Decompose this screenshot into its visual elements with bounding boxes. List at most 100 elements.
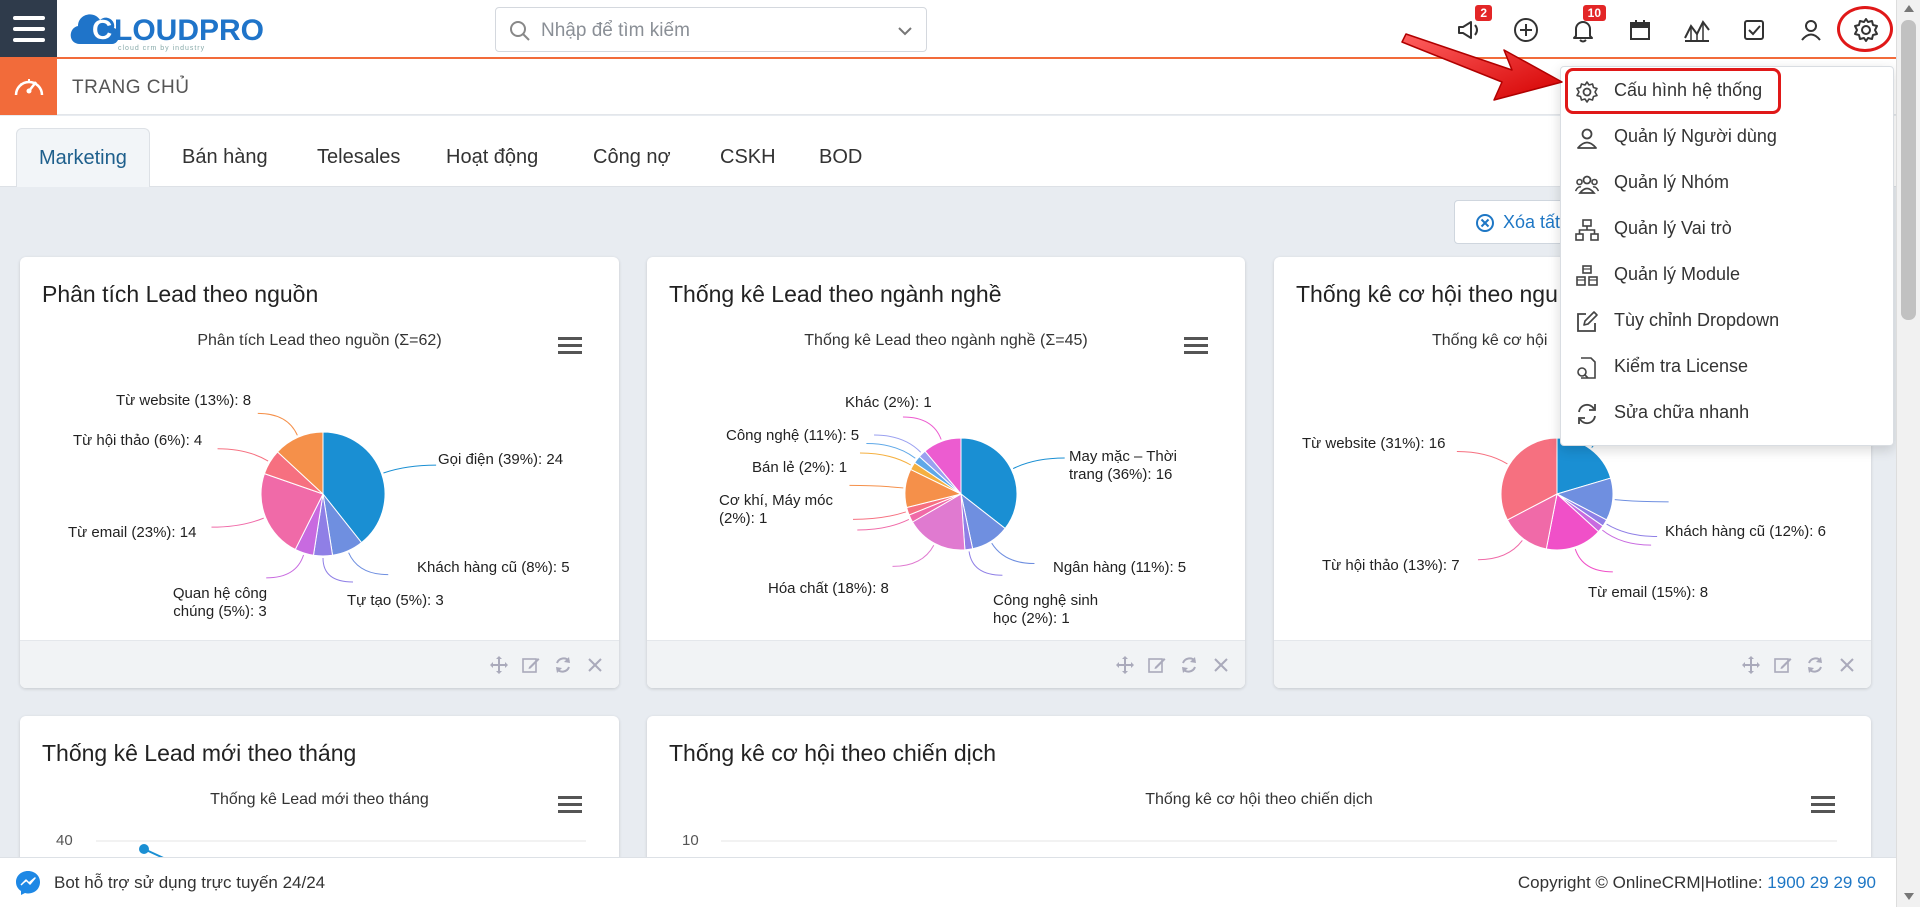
card-lead-industry: Thống kê Lead theo ngành nghề Thống kê L… — [647, 257, 1245, 688]
scroll-up-arrow-icon[interactable] — [1904, 5, 1914, 12]
data-label: Cơ khí, Máy móc (2%): 1 — [719, 492, 834, 527]
tab-telesales[interactable]: Telesales — [295, 128, 422, 188]
page-scrollbar[interactable] — [1896, 0, 1920, 907]
leader-line — [866, 443, 916, 459]
menu-item-label: Quản lý Nhóm — [1614, 172, 1730, 192]
tab-marketing[interactable]: Marketing — [16, 128, 150, 188]
top-header: C LOUDPRO cloud crm by industry Nhập để … — [0, 0, 1896, 59]
card-footer — [647, 640, 1245, 688]
leader-line — [857, 518, 910, 531]
page-footer: Bot hỗ trợ sử dụng trực tuyến 24/24 Copy… — [0, 857, 1896, 907]
edit-icon[interactable] — [1773, 655, 1793, 675]
svg-text:C: C — [92, 14, 112, 45]
notification-badge: 10 — [1582, 5, 1606, 21]
scroll-thumb[interactable] — [1901, 20, 1916, 320]
copyright-label: Copyright © OnlineCRM|Hotline: — [1517, 873, 1768, 892]
logo-text: LOUDPRO — [114, 14, 264, 47]
red-arrow-annotation — [1401, 33, 1563, 101]
close-circle-icon — [1476, 214, 1494, 232]
clear-all-button[interactable]: Xóa tất — [1454, 200, 1574, 244]
data-label: May mặc – Thời trang (36%): 16 — [1069, 448, 1177, 483]
tab-cskh[interactable]: CSKH — [698, 128, 798, 188]
close-icon[interactable] — [1211, 655, 1231, 675]
leader-line — [322, 557, 354, 583]
user-profile-icon[interactable] — [1794, 13, 1828, 47]
menu-item-role-management[interactable]: Quản lý Vai trò — [1561, 208, 1893, 250]
leader-line — [1477, 540, 1523, 561]
settings-highlight-ring — [1837, 6, 1893, 52]
data-label: Từ hội thảo (6%): 4 — [73, 432, 203, 449]
tab-bod[interactable]: BOD — [797, 128, 884, 188]
edit-icon[interactable] — [521, 655, 541, 675]
leader-line — [892, 544, 935, 567]
refresh-icon[interactable] — [1805, 655, 1825, 675]
data-label: Công nghệ sinh học (2%): 1 — [993, 592, 1099, 627]
leader-line — [1614, 499, 1669, 503]
bot-support-text: Bot hỗ trợ sử dụng trực tuyến 24/24 — [54, 873, 326, 892]
move-icon[interactable] — [1741, 655, 1761, 675]
search-input[interactable]: Nhập để tìm kiếm — [495, 7, 927, 52]
leader-line — [217, 448, 269, 462]
analytics-chart-icon[interactable] — [1680, 13, 1714, 47]
refresh-icon[interactable] — [553, 655, 573, 675]
license-icon — [1577, 357, 1596, 379]
hamburger-menu-icon[interactable] — [0, 0, 57, 57]
leader-line — [1456, 450, 1508, 465]
data-label: Hóa chất (18%): 8 — [768, 580, 889, 597]
menu-item-label: Tùy chỉnh Dropdown — [1614, 310, 1780, 330]
leader-line — [874, 434, 922, 453]
checklist-icon[interactable] — [1737, 13, 1771, 47]
menu-item-custom-dropdown[interactable]: Tùy chỉnh Dropdown — [1561, 300, 1893, 342]
settings-dropdown-menu: Cấu hình hệ thống Quản lý Người dùng Quả… — [1560, 66, 1894, 446]
leader-line — [1574, 548, 1613, 573]
data-label: Khác (2%): 1 — [845, 394, 932, 411]
hotline-link[interactable]: 1900 29 29 90 — [1767, 873, 1876, 892]
tab-cong-no[interactable]: Công nợ — [571, 128, 693, 188]
close-icon[interactable] — [585, 655, 605, 675]
user-icon — [1577, 128, 1597, 149]
svg-text:cloud crm by industry: cloud crm by industry — [118, 45, 205, 52]
messenger-icon[interactable] — [14, 869, 42, 897]
data-label: Từ email (15%): 8 — [1588, 584, 1709, 601]
data-label: Khách hàng cũ (12%): 6 — [1665, 523, 1826, 540]
data-label: Từ website (31%): 16 — [1302, 435, 1446, 452]
chevron-down-icon[interactable] — [896, 22, 914, 40]
move-icon[interactable] — [489, 655, 509, 675]
data-label: Khách hàng cũ (8%): 5 — [417, 559, 570, 576]
menu-item-check-license[interactable]: Kiểm tra License — [1561, 346, 1893, 388]
leader-line — [859, 452, 912, 466]
page-title: TRANG CHỦ — [72, 77, 190, 98]
leader-line — [853, 511, 906, 520]
leader-line — [968, 551, 1003, 576]
close-icon[interactable] — [1837, 655, 1857, 675]
card-lead-source: Phân tích Lead theo nguồn Phân tích Lead… — [20, 257, 619, 688]
data-label: Tự tạo (5%): 3 — [347, 592, 444, 609]
search-icon — [510, 21, 530, 41]
scroll-down-arrow-icon[interactable] — [1904, 893, 1914, 900]
data-label: Quan hệ công chúng (5%): 3 — [172, 585, 268, 620]
cloudpro-logo[interactable]: C LOUDPRO cloud crm by industry — [66, 4, 276, 54]
menu-item-quick-repair[interactable]: Sửa chữa nhanh — [1561, 392, 1893, 434]
dashboard-gauge-icon[interactable] — [0, 59, 57, 115]
menu-item-user-management[interactable]: Quản lý Người dùng — [1561, 116, 1893, 158]
menu-item-label: Quản lý Người dùng — [1614, 126, 1777, 146]
data-label: Gọi điện (39%): 24 — [438, 451, 564, 468]
menu-item-label: Quản lý Module — [1614, 264, 1741, 284]
leader-line — [991, 542, 1035, 565]
data-point — [139, 844, 149, 854]
data-label: Ngân hàng (11%): 5 — [1053, 559, 1187, 576]
calendar-icon[interactable] — [1623, 13, 1657, 47]
menu-item-label: Quản lý Vai trò — [1614, 218, 1732, 238]
leader-line — [348, 552, 389, 576]
hierarchy-icon — [1575, 219, 1599, 241]
sync-icon — [1578, 403, 1596, 425]
menu-item-module-management[interactable]: Quản lý Module — [1561, 254, 1893, 296]
move-icon[interactable] — [1115, 655, 1135, 675]
edit-icon[interactable] — [1147, 655, 1167, 675]
tab-ban-hang[interactable]: Bán hàng — [160, 128, 290, 188]
menu-item-label: Kiểm tra License — [1614, 356, 1749, 376]
refresh-icon[interactable] — [1179, 655, 1199, 675]
tab-hoat-dong[interactable]: Hoạt động — [424, 128, 560, 188]
bell-icon[interactable]: 10 — [1566, 5, 1606, 47]
menu-item-group-management[interactable]: Quản lý Nhóm — [1561, 162, 1893, 204]
